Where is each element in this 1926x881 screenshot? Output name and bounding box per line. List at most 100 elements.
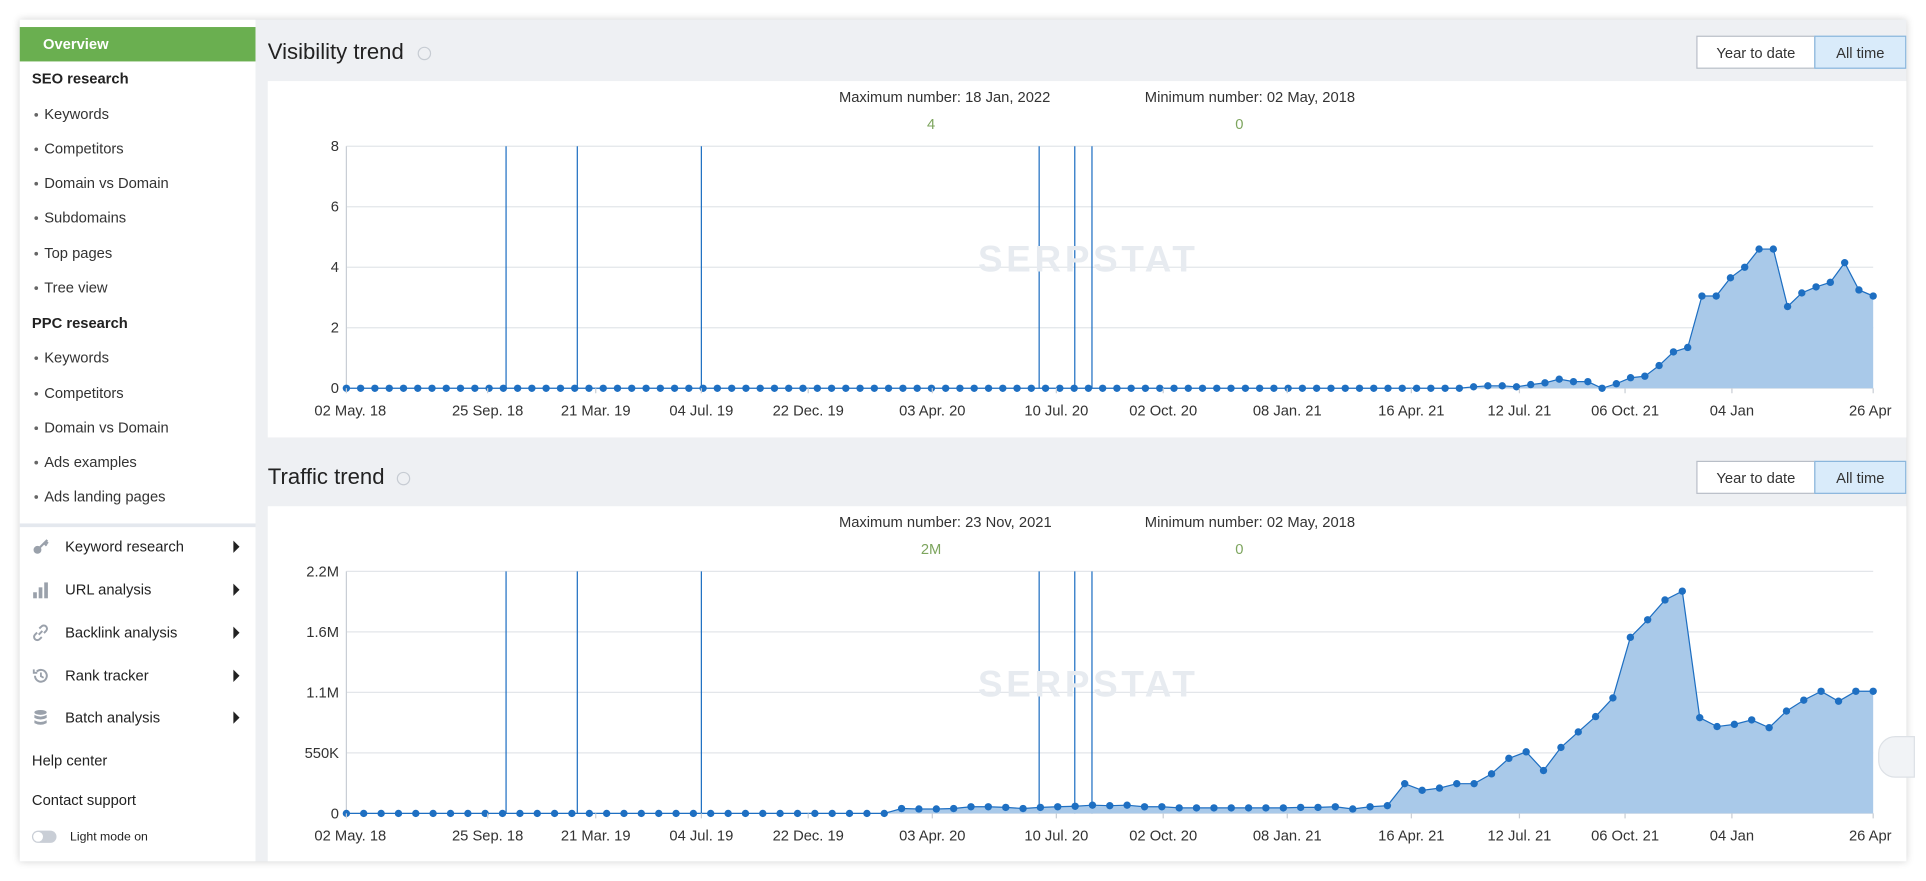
- data-point: [414, 384, 422, 392]
- sidebar-item-seo-keywords[interactable]: Keywords: [34, 106, 109, 123]
- sidebar-item-overview[interactable]: Overview: [19, 27, 256, 62]
- x-tick-label: 04 Jan: [1710, 403, 1754, 419]
- light-mode-toggle[interactable]: [31, 830, 57, 843]
- data-point: [1019, 804, 1027, 813]
- sidebar-tool-rank-tracker[interactable]: Rank tracker: [20, 661, 256, 693]
- sidebar-item-ppc-competitors[interactable]: Competitors: [34, 385, 124, 402]
- data-point: [1123, 801, 1131, 809]
- data-point: [845, 809, 854, 818]
- seo-research-heading[interactable]: SEO research: [32, 70, 129, 87]
- sidebar: Overview SEO research Keywords Competito…: [19, 19, 256, 862]
- data-point: [1312, 384, 1321, 392]
- light-mode-label: Light mode on: [70, 830, 148, 845]
- traffic-all-time-button[interactable]: All time: [1814, 460, 1907, 494]
- sidebar-item-tree-view[interactable]: Tree view: [34, 279, 108, 296]
- ppc-research-heading[interactable]: PPC research: [32, 315, 128, 332]
- data-point: [464, 809, 472, 818]
- x-tick-label: 16 Apr. 21: [1378, 828, 1444, 844]
- data-point: [613, 384, 622, 392]
- data-point: [984, 384, 993, 392]
- data-point: [1427, 384, 1435, 392]
- sidebar-item-top-pages[interactable]: Top pages: [34, 245, 112, 262]
- x-tick-label: 21 Mar. 19: [561, 828, 631, 844]
- data-point: [446, 809, 455, 818]
- data-point: [1834, 697, 1843, 705]
- tool-label: Keyword research: [65, 538, 184, 556]
- sidebar-item-ppc-domain-vs-domain[interactable]: Domain vs Domain: [34, 419, 169, 436]
- y-tick-label: 0: [331, 381, 339, 397]
- sidebar-tool-batch-analysis[interactable]: Batch analysis: [20, 703, 256, 735]
- tool-label: Batch analysis: [65, 708, 161, 727]
- sidebar-item-seo-domain-vs-domain[interactable]: Domain vs Domain: [34, 174, 169, 192]
- data-point: [1349, 805, 1357, 813]
- data-point: [670, 384, 679, 392]
- help-center-link[interactable]: Help center: [32, 752, 107, 769]
- data-point: [471, 384, 479, 392]
- data-point: [1812, 283, 1820, 291]
- data-point: [1158, 803, 1166, 811]
- sidebar-item-subdomains[interactable]: Subdomains: [34, 209, 126, 226]
- tool-label: Rank tracker: [65, 667, 149, 685]
- data-point: [1383, 801, 1392, 810]
- data-point: [1106, 801, 1114, 810]
- sidebar-tool-keyword-research[interactable]: Keyword research: [20, 532, 256, 564]
- scroll-to-top-button[interactable]: [1878, 736, 1915, 778]
- data-point: [1741, 263, 1749, 271]
- traffic-year-to-date-button[interactable]: Year to date: [1696, 460, 1816, 494]
- data-point: [1355, 384, 1364, 392]
- data-point: [863, 809, 871, 818]
- x-tick-label: 03 Apr. 20: [899, 403, 965, 419]
- data-point: [915, 805, 923, 813]
- data-point: [770, 384, 779, 392]
- data-point: [1626, 374, 1635, 382]
- sidebar-item-seo-competitors[interactable]: Competitors: [34, 140, 124, 157]
- sidebar-tool-url-analysis[interactable]: URL analysis: [20, 575, 256, 607]
- data-point: [1584, 377, 1592, 386]
- sidebar-item-ads-examples[interactable]: Ads examples: [34, 453, 137, 471]
- contact-support-link[interactable]: Contact support: [32, 791, 136, 808]
- data-point: [628, 384, 636, 392]
- data-point: [1698, 292, 1706, 300]
- data-point: [1127, 384, 1135, 392]
- visibility-all-time-button[interactable]: All time: [1814, 35, 1907, 69]
- sidebar-item-label: Ads examples: [44, 453, 137, 471]
- sidebar-divider: [19, 523, 256, 528]
- data-point: [568, 809, 576, 818]
- data-point: [1817, 687, 1825, 695]
- x-tick-label: 08 Jan. 21: [1253, 403, 1322, 419]
- info-icon[interactable]: [417, 46, 432, 61]
- data-point: [1401, 779, 1409, 788]
- data-point: [880, 809, 888, 818]
- visibility-year-to-date-button[interactable]: Year to date: [1696, 35, 1816, 69]
- data-point: [1655, 361, 1663, 370]
- data-point: [399, 384, 408, 392]
- data-point: [1641, 372, 1649, 380]
- x-tick-label: 12 Jul. 21: [1487, 828, 1551, 844]
- data-point: [799, 384, 807, 392]
- link-icon: [33, 624, 48, 642]
- info-icon[interactable]: [396, 471, 411, 486]
- x-tick-label: 21 Mar. 19: [561, 403, 631, 419]
- data-point: [1370, 384, 1378, 392]
- data-point: [1296, 803, 1305, 812]
- sidebar-item-ads-landing-pages[interactable]: Ads landing pages: [34, 488, 166, 505]
- data-point: [1227, 804, 1235, 812]
- traffic-trend-title: Traffic trend: [267, 464, 385, 490]
- sidebar-item-ppc-keywords[interactable]: Keywords: [34, 349, 109, 366]
- bullet-icon: [34, 216, 39, 221]
- data-point: [1435, 784, 1444, 792]
- data-point: [499, 384, 508, 392]
- sidebar-tool-backlink-analysis[interactable]: Backlink analysis: [20, 618, 256, 650]
- data-point: [793, 809, 802, 818]
- data-point: [1041, 384, 1050, 392]
- data-point: [828, 809, 836, 818]
- bullet-icon: [34, 286, 39, 291]
- data-point: [776, 809, 784, 818]
- x-tick-label: 26 Apr: [1849, 828, 1892, 844]
- data-point: [1869, 687, 1877, 695]
- data-point: [949, 804, 958, 813]
- data-point: [1669, 348, 1678, 356]
- x-tick-label: 02 May. 18: [314, 403, 386, 419]
- data-point: [533, 809, 541, 818]
- x-tick-label: 22 Dec. 19: [773, 403, 844, 419]
